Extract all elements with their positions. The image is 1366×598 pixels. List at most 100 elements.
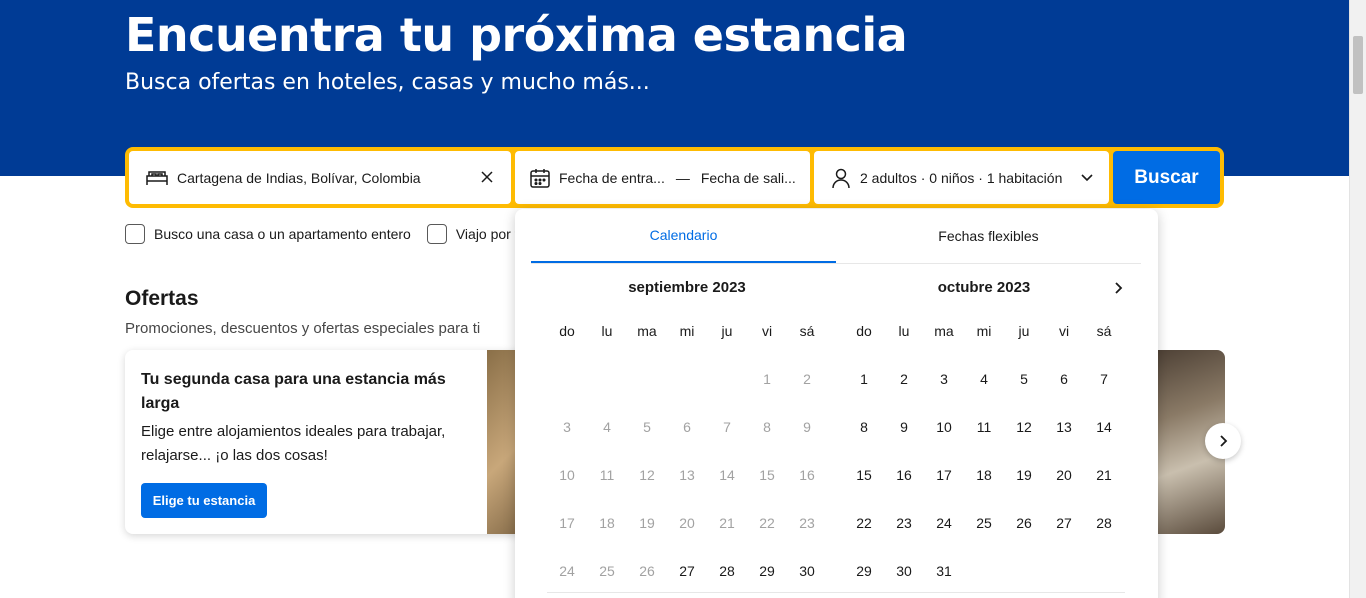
calendar-day[interactable]: 21	[1084, 451, 1124, 499]
calendar-day[interactable]: 30	[884, 547, 924, 595]
weekday-header: do	[559, 323, 575, 339]
date-separator: —	[675, 169, 690, 186]
calendar-day[interactable]: 7	[1084, 355, 1124, 403]
destination-field[interactable]: Cartagena de Indias, Bolívar, Colombia	[129, 151, 511, 204]
scrollbar-thumb[interactable]	[1353, 36, 1363, 94]
calendar-month-october: octubre 2023 do lu ma mi ju vi sá 1 2 3 4 5 6 7 8 9 10 11…	[844, 269, 1124, 595]
choose-stay-button[interactable]: Elige tu estancia	[141, 483, 267, 518]
destination-value: Cartagena de Indias, Bolívar, Colombia	[177, 169, 421, 186]
calendar-day[interactable]: 28	[1084, 499, 1124, 547]
calendar-day[interactable]: 6	[1044, 355, 1084, 403]
clear-icon[interactable]	[477, 167, 497, 187]
calendar-day[interactable]: 5	[1004, 355, 1044, 403]
weekday-header: vi	[761, 323, 773, 339]
calendar-day[interactable]: 30	[787, 547, 827, 595]
weekday-header: mi	[679, 323, 695, 339]
empty-cell	[547, 355, 587, 403]
dates-field[interactable]: Fecha de entra... — Fecha de sali...	[515, 151, 810, 204]
calendar-day[interactable]: 20	[1044, 451, 1084, 499]
calendar-day[interactable]: 8	[844, 403, 884, 451]
calendar-day: 11	[599, 467, 615, 483]
tab-calendario[interactable]: Calendario	[531, 209, 836, 263]
weekday-header: lu	[898, 323, 910, 339]
month-grid: do lu ma mi ju vi sá 1 2 3 4 5 6 7 8 9 10 11 12 13 14 15 16 17 1…	[547, 307, 827, 595]
divider	[547, 592, 1125, 593]
calendar-day[interactable]: 11	[964, 403, 1004, 451]
calendar-day[interactable]: 3	[924, 355, 964, 403]
weekday-header: ju	[1018, 323, 1030, 339]
calendar-day[interactable]: 27	[1044, 499, 1084, 547]
weekday-header: do	[856, 323, 872, 339]
bed-icon	[145, 166, 169, 190]
calendar-day[interactable]: 12	[1004, 403, 1044, 451]
person-icon	[830, 167, 852, 189]
calendar-day[interactable]: 9	[884, 403, 924, 451]
work-trip-checkbox[interactable]	[426, 224, 447, 244]
month-grid: do lu ma mi ju vi sá 1 2 3 4 5 6 7 8 9 10 11 12 13 14 15 16 17 1…	[844, 307, 1124, 595]
whole-home-label[interactable]: Busco una casa o un apartamento entero	[154, 226, 411, 242]
calendar-day[interactable]: 27	[667, 547, 707, 595]
calendar-day[interactable]: 28	[707, 547, 747, 595]
calendar-day: 13	[679, 467, 695, 483]
offers-subheading: Promociones, descuentos y ofertas especi…	[125, 320, 481, 337]
calendar-day[interactable]: 23	[884, 499, 924, 547]
carousel-next-button[interactable]	[1205, 423, 1241, 459]
weekday-header: mi	[976, 323, 992, 339]
calendar-day[interactable]: 13	[1044, 403, 1084, 451]
calendar-day[interactable]: 2	[884, 355, 924, 403]
calendar-day[interactable]: 25	[964, 499, 1004, 547]
page-subtitle: Busca ofertas en hoteles, casas y mucho …	[125, 70, 650, 95]
calendar-day[interactable]: 10	[924, 403, 964, 451]
weekday-header: sá	[1096, 323, 1112, 339]
page-scrollbar[interactable]	[1349, 0, 1366, 598]
tab-fechas-flexibles[interactable]: Fechas flexibles	[836, 209, 1141, 263]
calendar-day: 25	[599, 563, 615, 579]
calendar-day[interactable]: 19	[1004, 451, 1044, 499]
calendar-day: 2	[803, 371, 811, 387]
calendar-day: 24	[559, 563, 575, 579]
chevron-down-icon	[1079, 169, 1095, 185]
guests-value: 2 adultos · 0 niños · 1 habitación	[860, 169, 1063, 186]
calendar-day[interactable]: 31	[924, 547, 964, 595]
calendar-day: 10	[559, 467, 575, 483]
weekday-header: ma	[934, 323, 954, 339]
calendar-day[interactable]: 14	[1084, 403, 1124, 451]
calendar-month-september: septiembre 2023 do lu ma mi ju vi sá 1 2 3 4 5 6 7 8 9 1…	[547, 269, 827, 595]
calendar-day: 16	[799, 467, 815, 483]
calendar-day[interactable]: 26	[1004, 499, 1044, 547]
calendar-day: 1	[763, 371, 771, 387]
calendar-day: 4	[603, 419, 611, 435]
offers-heading: Ofertas	[125, 287, 199, 310]
search-button[interactable]: Buscar	[1113, 151, 1220, 204]
calendar-day[interactable]: 16	[884, 451, 924, 499]
calendar-day[interactable]: 17	[924, 451, 964, 499]
calendar-day[interactable]: 29	[747, 547, 787, 595]
calendar-next-month-button[interactable]	[1106, 276, 1130, 300]
calendar-day[interactable]: 22	[844, 499, 884, 547]
date-picker-popup: Calendario Fechas flexibles septiembre 2…	[515, 209, 1158, 598]
calendar-tabs: Calendario Fechas flexibles	[531, 209, 1141, 264]
calendar-day: 9	[803, 419, 811, 435]
calendar-day: 6	[683, 419, 691, 435]
page-title: Encuentra tu próxima estancia	[125, 8, 908, 62]
empty-cell	[707, 355, 747, 403]
calendar-day[interactable]: 1	[844, 355, 884, 403]
calendar-day: 20	[679, 515, 695, 531]
calendar-day: 14	[719, 467, 735, 483]
whole-home-checkbox[interactable]	[125, 224, 145, 244]
calendar-day[interactable]: 4	[964, 355, 1004, 403]
checkout-value: Fecha de sali...	[700, 169, 796, 186]
calendar-day[interactable]: 15	[844, 451, 884, 499]
guests-field[interactable]: 2 adultos · 0 niños · 1 habitación	[814, 151, 1109, 204]
calendar-icon	[529, 167, 551, 189]
calendar-day: 19	[639, 515, 655, 531]
calendar-day[interactable]: 29	[844, 547, 884, 595]
work-trip-label[interactable]: Viajo por t	[456, 226, 519, 242]
calendar-day: 15	[759, 467, 775, 483]
offer-card-description: Elige entre alojamientos ideales para tr…	[141, 423, 446, 464]
calendar-day: 18	[599, 515, 615, 531]
search-options: Busco una casa o un apartamento entero V…	[125, 224, 535, 244]
empty-cell	[667, 355, 707, 403]
calendar-day[interactable]: 18	[964, 451, 1004, 499]
calendar-day[interactable]: 24	[924, 499, 964, 547]
